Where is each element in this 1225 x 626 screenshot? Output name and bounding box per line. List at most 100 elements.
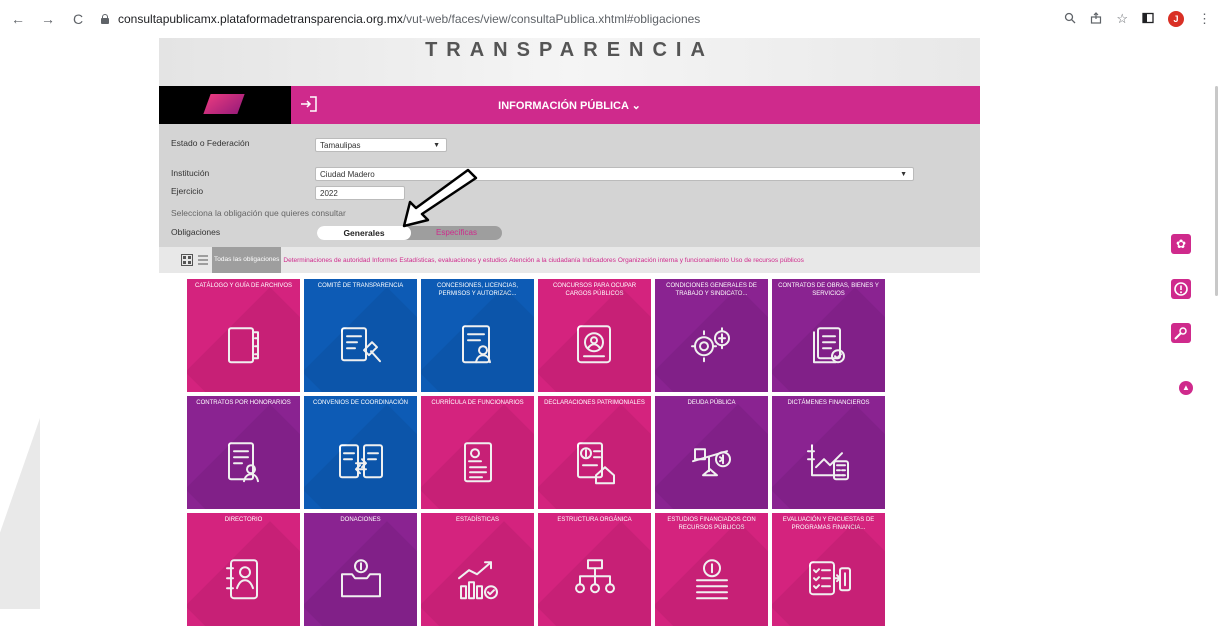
obligation-tile-label: CATÁLOGO Y GUÍA DE ARCHIVOS (194, 283, 293, 289)
obligation-tile-label: ESTUDIOS FINANCIADOS CON RECURSOS PÚBLIC… (667, 517, 756, 531)
obligation-hint: Selecciona la obligación que quieres con… (171, 208, 346, 218)
obligation-tile-label: CONDICIONES GENERALES DE TRABAJO Y SINDI… (666, 283, 757, 297)
obligation-tile[interactable]: CONDICIONES GENERALES DE TRABAJO Y SINDI… (655, 279, 768, 392)
scroll-top-icon[interactable]: ▲ (1179, 381, 1193, 395)
obligaciones-toggle: Generales Específicas (317, 226, 502, 240)
bookmark-star-icon[interactable]: ☆ (1116, 11, 1128, 27)
checklist-money-icon (808, 560, 851, 595)
estado-select[interactable]: Tamaulipas ▼ (315, 138, 447, 152)
obligation-tile[interactable]: DIRECTORIO (187, 513, 300, 626)
alert-icon[interactable] (1171, 279, 1191, 299)
obligation-tile[interactable]: DONACIONES (304, 513, 417, 626)
obligation-tile[interactable]: COMITÉ DE TRANSPARENCIA (304, 279, 417, 392)
toggle-generales[interactable]: Generales (317, 226, 411, 240)
institucion-select[interactable]: Ciudad Madero ▼ (315, 167, 914, 181)
obligation-tile[interactable]: DECLARACIONES PATRIMONIALES (538, 396, 651, 509)
chevron-down-icon: ▼ (433, 142, 440, 149)
declaration-house-icon (576, 441, 615, 484)
forward-icon[interactable]: → (40, 11, 56, 27)
document-user-icon (227, 441, 259, 482)
obligation-tile[interactable]: EVALUACIÓN Y ENCUESTAS DE PROGRAMAS FINA… (772, 513, 885, 626)
obligation-tile-label: ESTRUCTURA ORGÁNICA (557, 517, 632, 523)
binder-icon (227, 326, 259, 363)
tab-uso-recursos[interactable]: Uso de recursos públicos (731, 257, 804, 264)
obligation-tile[interactable]: CONCURSOS PARA OCUPAR CARGOS PÚBLICOS (538, 279, 651, 392)
obligation-tile-label: DIRECTORIO (224, 517, 263, 523)
obligation-tile-label: CURRÍCULA DE FUNCIONARIOS (431, 400, 524, 406)
obligation-tile-label: DONACIONES (340, 517, 381, 523)
contracts-icon (812, 326, 845, 363)
obligation-tile[interactable]: ESTADÍSTICAS (421, 513, 534, 626)
browser-actions: ☆ J ⋮ (1064, 11, 1211, 27)
browser-nav: ← → C (10, 11, 86, 27)
tab-determinaciones[interactable]: Determinaciones de autoridad (283, 257, 370, 264)
page-content: TRANSPARENCIA INFORMACIÓN PÚBLICA ⌄ Esta… (159, 38, 980, 273)
tab-estadisticas[interactable]: Estadísticas, evaluaciones y estudios (399, 257, 507, 264)
estado-value: Tamaulipas (320, 141, 361, 150)
search-person-icon (576, 324, 611, 363)
obligation-tile-label: DECLARACIONES PATRIMONIALES (544, 400, 645, 406)
obligation-tile[interactable]: ESTUDIOS FINANCIADOS CON RECURSOS PÚBLIC… (655, 513, 768, 626)
category-tabs: Todas las obligaciones Determinaciones d… (159, 247, 980, 273)
exchange-documents-icon (338, 443, 383, 478)
banner-title: TRANSPARENCIA (425, 39, 714, 61)
info-publica-menu[interactable]: INFORMACIÓN PÚBLICA ⌄ (159, 99, 980, 112)
balance-scale-icon (691, 447, 731, 476)
info-bar: INFORMACIÓN PÚBLICA ⌄ (159, 86, 980, 124)
document-person-icon (461, 324, 491, 363)
list-view-icon[interactable] (197, 254, 209, 266)
obligation-tile-label: CONTRATOS DE OBRAS, BIENES Y SERVICIOS (778, 283, 879, 297)
url-host: consultapublicamx.plataformadetransparen… (118, 12, 403, 26)
resume-icon (463, 441, 492, 482)
profile-avatar[interactable]: J (1168, 11, 1184, 27)
chevron-down-icon: ▼ (900, 171, 907, 178)
obligation-tile-label: CONCURSOS PARA OCUPAR CARGOS PÚBLICOS (552, 283, 637, 297)
obligation-tile[interactable]: CONTRATOS DE OBRAS, BIENES Y SERVICIOS (772, 279, 885, 392)
lock-icon[interactable] (100, 14, 110, 24)
obligation-tile-label: DEUDA PÚBLICA (687, 400, 736, 406)
toggle-especificas[interactable]: Específicas (411, 226, 502, 240)
accessibility-icon[interactable]: ✿ (1171, 234, 1191, 254)
institucion-label: Institución (171, 168, 210, 178)
statistics-icon (457, 560, 498, 599)
obligation-tile-label: DICTÁMENES FINANCIEROS (787, 400, 870, 406)
obligation-tile[interactable]: CONVENIOS DE COORDINACIÓN (304, 396, 417, 509)
donation-box-icon (340, 558, 381, 597)
share-icon[interactable] (1090, 11, 1102, 27)
back-icon[interactable]: ← (10, 11, 26, 27)
watermark-shape (0, 418, 40, 609)
directory-icon (225, 558, 258, 599)
side-panel-icon[interactable] (1142, 12, 1154, 27)
obligation-tile-label: ESTADÍSTICAS (456, 517, 499, 523)
url-path: /vut-web/faces/view/consultaPublica.xhtm… (402, 12, 701, 26)
obligaciones-label: Obligaciones (171, 227, 221, 237)
scrollbar[interactable] (1215, 86, 1218, 296)
reload-icon[interactable]: C (70, 11, 86, 27)
zoom-icon[interactable] (1064, 12, 1076, 27)
obligation-tile-label: CONCESIONES, LICENCIAS, PERMISOS Y AUTOR… (436, 283, 519, 297)
tab-atencion[interactable]: Atención a la ciudadanía (509, 257, 580, 264)
obligation-tile[interactable]: DICTÁMENES FINANCIEROS (772, 396, 885, 509)
filters-panel: Estado o Federación Tamaulipas ▼ Institu… (159, 124, 980, 247)
tab-todas[interactable]: Todas las obligaciones (212, 247, 282, 273)
obligation-tile-label: COMITÉ DE TRANSPARENCIA (317, 283, 404, 289)
obligation-tile[interactable]: ESTRUCTURA ORGÁNICA (538, 513, 651, 626)
ejercicio-select[interactable]: 2022 (315, 186, 405, 200)
tab-informes[interactable]: Informes (372, 257, 397, 264)
menu-kebab-icon[interactable]: ⋮ (1198, 11, 1211, 27)
header-banner: TRANSPARENCIA (159, 38, 980, 86)
obligations-grid: CATÁLOGO Y GUÍA DE ARCHIVOS COMITÉ DE TRA… (187, 279, 888, 626)
address-bar[interactable]: consultapublicamx.plataformadetransparen… (100, 8, 1064, 30)
obligation-tile[interactable]: CONTRATOS POR HONORARIOS (187, 396, 300, 509)
tools-icon[interactable] (1171, 323, 1191, 343)
tab-organizacion[interactable]: Organización interna y funcionamiento (618, 257, 729, 264)
obligation-tile[interactable]: DEUDA PÚBLICA (655, 396, 768, 509)
browser-toolbar: ← → C consultapublicamx.plataformadetran… (0, 0, 1225, 38)
obligation-tile-label: CONVENIOS DE COORDINACIÓN (312, 400, 408, 406)
tab-indicadores[interactable]: Indicadores (582, 257, 616, 264)
obligation-tile[interactable]: CURRÍCULA DE FUNCIONARIOS (421, 396, 534, 509)
obligation-tile[interactable]: CONCESIONES, LICENCIAS, PERMISOS Y AUTOR… (421, 279, 534, 392)
obligation-tile[interactable]: CATÁLOGO Y GUÍA DE ARCHIVOS (187, 279, 300, 392)
ejercicio-label: Ejercicio (171, 186, 204, 196)
grid-view-icon[interactable] (181, 254, 193, 266)
